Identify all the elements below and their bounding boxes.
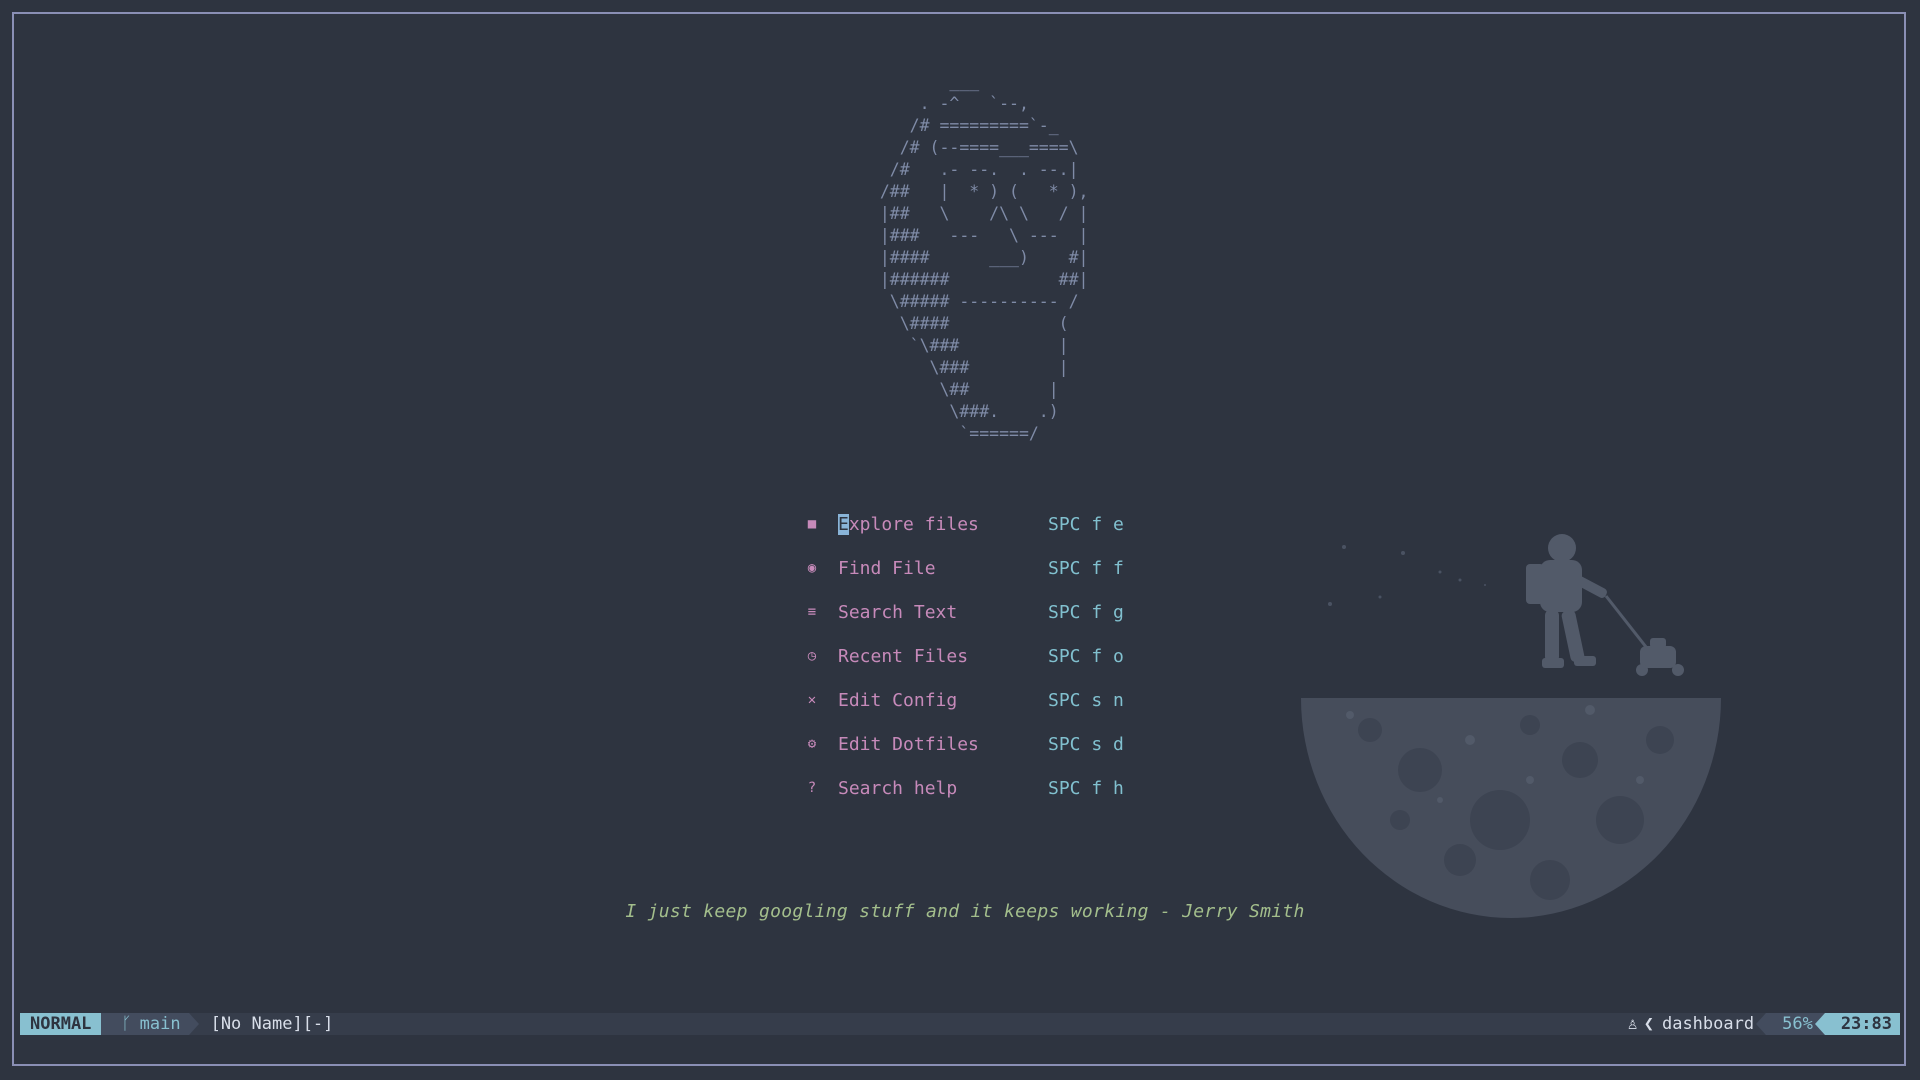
menu-item-search-text[interactable]: ≡ Search Text SPC f g (804, 590, 1124, 634)
dashboard-menu: ■ Explore files SPC f e ◉ Find File SPC … (804, 502, 1124, 810)
menu-item-label: Recent Files (838, 645, 969, 667)
menu-item-label: Edit Config (838, 689, 958, 711)
menu-item-shortcut: SPC f e (1048, 513, 1124, 535)
git-branch-icon: ᚴ (121, 1014, 132, 1034)
cursor-position: 23:83 (1814, 1013, 1900, 1035)
menu-item-edit-config[interactable]: ✕ Edit Config SPC s n (804, 678, 1124, 722)
menu-item-edit-dotfiles[interactable]: ⚙ Edit Dotfiles SPC s d (804, 722, 1124, 766)
menu-item-search-help[interactable]: ? Search help SPC f h (804, 766, 1124, 810)
help-icon: ? (807, 780, 817, 796)
filetype-section: ♙ ❮ dashboard (1627, 1014, 1754, 1034)
find-file-icon: ◉ (807, 560, 817, 576)
menu-item-label: Search help (838, 777, 958, 799)
gear-icon: ⚙ (807, 736, 817, 752)
ascii-art-logo: ___ . -^ `--, /# =========`-_ /# (--====… (879, 72, 1089, 443)
git-branch-name: main (139, 1014, 181, 1034)
file-name: [No Name][-] (210, 1014, 334, 1034)
menu-item-label: Search Text (838, 601, 958, 623)
mode-indicator: NORMAL (20, 1013, 112, 1035)
menu-item-shortcut: SPC s n (1048, 689, 1124, 711)
filetype: dashboard (1661, 1014, 1755, 1034)
search-text-icon: ≡ (807, 604, 817, 620)
menu-item-shortcut: SPC s d (1048, 733, 1124, 755)
menu-item-find-file[interactable]: ◉ Find File SPC f f (804, 546, 1124, 590)
menu-item-recent-files[interactable]: ◷ Recent Files SPC f o (804, 634, 1124, 678)
menu-item-shortcut: SPC f g (1048, 601, 1124, 623)
menu-item-shortcut: SPC f o (1048, 645, 1124, 667)
git-branch: ᚴ main (101, 1013, 199, 1035)
linux-icon: ♙ (1627, 1014, 1638, 1034)
menu-item-shortcut: SPC f h (1048, 777, 1124, 799)
dashboard-quote: I just keep googling stuff and it keeps … (625, 901, 1305, 922)
menu-item-explore-files[interactable]: ■ Explore files SPC f e (804, 502, 1124, 546)
file-icon: ■ (807, 516, 817, 532)
menu-item-label: Edit Dotfiles (838, 733, 979, 755)
clock-icon: ◷ (807, 648, 817, 664)
neovim-icon: ✕ (807, 692, 817, 708)
text-cursor: E (838, 513, 849, 535)
menu-item-label: Find File (838, 557, 936, 579)
menu-item-label: Explore files (838, 513, 979, 535)
statusline: NORMAL ᚴ main [No Name][-] ♙ ❮ dashboard… (20, 1013, 1900, 1035)
separator-icon: ❮ (1643, 1014, 1654, 1034)
menu-item-shortcut: SPC f f (1048, 557, 1124, 579)
astronaut-moon-illustration (1301, 534, 1721, 918)
